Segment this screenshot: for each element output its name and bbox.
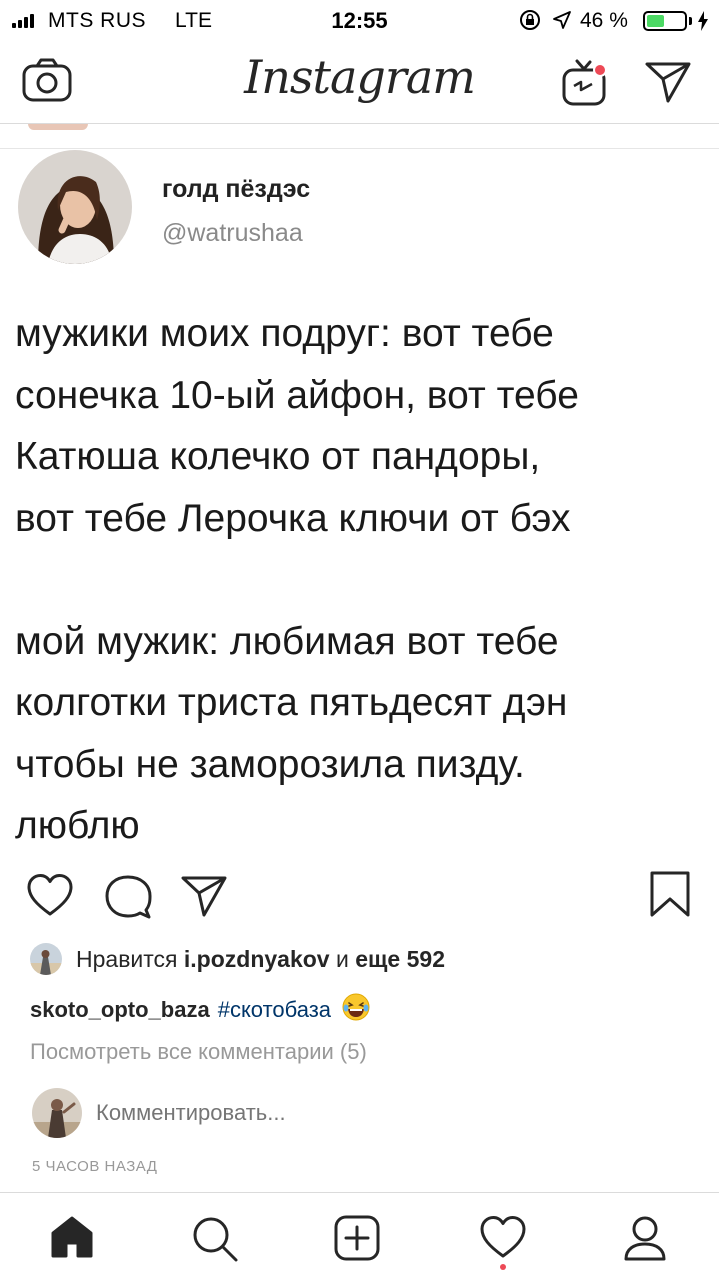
tweet-line: колготки триста пятьдесят дэн <box>15 681 568 724</box>
top-nav-bar: Instagram <box>0 40 719 124</box>
activity-heart-icon[interactable] <box>479 1215 527 1259</box>
instagram-logo: Instagram <box>244 50 476 104</box>
comment-icon[interactable] <box>104 874 152 920</box>
own-avatar <box>32 1088 82 1138</box>
bottom-tab-bar <box>0 1192 719 1280</box>
bookmark-icon[interactable] <box>649 870 691 918</box>
profile-icon[interactable] <box>622 1215 668 1261</box>
add-comment-row <box>32 1088 496 1138</box>
liker-avatar <box>30 943 62 975</box>
tweet-line: сонечка 10-ый айфон, вот тебе <box>15 373 579 417</box>
tweet-avatar <box>18 150 132 264</box>
like-heart-icon[interactable] <box>26 873 74 917</box>
home-icon[interactable] <box>50 1215 94 1259</box>
laughing-emoji <box>341 992 371 1028</box>
rotation-lock-icon <box>520 10 540 30</box>
location-icon <box>553 11 571 29</box>
igtv-icon[interactable] <box>562 58 608 108</box>
charging-bolt-icon <box>698 11 708 31</box>
comment-input[interactable] <box>96 1100 496 1126</box>
likes-summary[interactable]: Нравится i.pozdnyakov и еще 592 <box>30 943 445 975</box>
likes-prefix: Нравится <box>76 945 178 972</box>
share-icon[interactable] <box>180 874 228 918</box>
caption-username[interactable]: skoto_opto_baza <box>30 997 210 1023</box>
search-icon[interactable] <box>191 1215 239 1263</box>
divider <box>0 148 719 149</box>
previous-post-edge <box>28 124 88 130</box>
caption: skoto_opto_baza #скотобаза <box>30 992 371 1028</box>
battery-percent: 46 % <box>580 9 628 32</box>
likes-conjunction: и <box>335 945 349 972</box>
liker-username[interactable]: i.pozdnyakov <box>184 946 330 972</box>
status-bar: MTS RUS LTE 12:55 46 % <box>0 0 719 40</box>
tweet-display-name: голд пёздэс <box>162 175 311 203</box>
new-post-icon[interactable] <box>334 1215 380 1261</box>
tweet-text: мужики моих подруг: вот тебе сонечка 10-… <box>15 303 719 857</box>
tweet-line: вот тебе Лерочка ключи от бэх <box>15 496 571 540</box>
caption-hashtag[interactable]: #скотобаза <box>218 997 331 1023</box>
tweet-line: мой мужик: любимая вот тебе <box>15 619 559 663</box>
tweet-line: мужики моих подруг: вот тебе <box>15 312 554 355</box>
likes-count[interactable]: еще 592 <box>355 946 445 972</box>
direct-message-icon[interactable] <box>644 60 692 104</box>
post-timestamp: 5 ЧАСОВ НАЗАД <box>32 1158 158 1175</box>
battery-cap <box>689 17 692 25</box>
tweet-line: люблю <box>15 804 140 847</box>
battery-icon <box>643 11 687 31</box>
activity-notification-dot <box>500 1264 506 1270</box>
tweet-line: чтобы не заморозила пизду. <box>15 742 525 786</box>
tweet-handle: @watrushaa <box>162 219 303 247</box>
view-all-comments-link[interactable]: Посмотреть все комментарии (5) <box>30 1039 367 1065</box>
tweet-line: Катюша колечко от пандоры, <box>15 435 541 478</box>
